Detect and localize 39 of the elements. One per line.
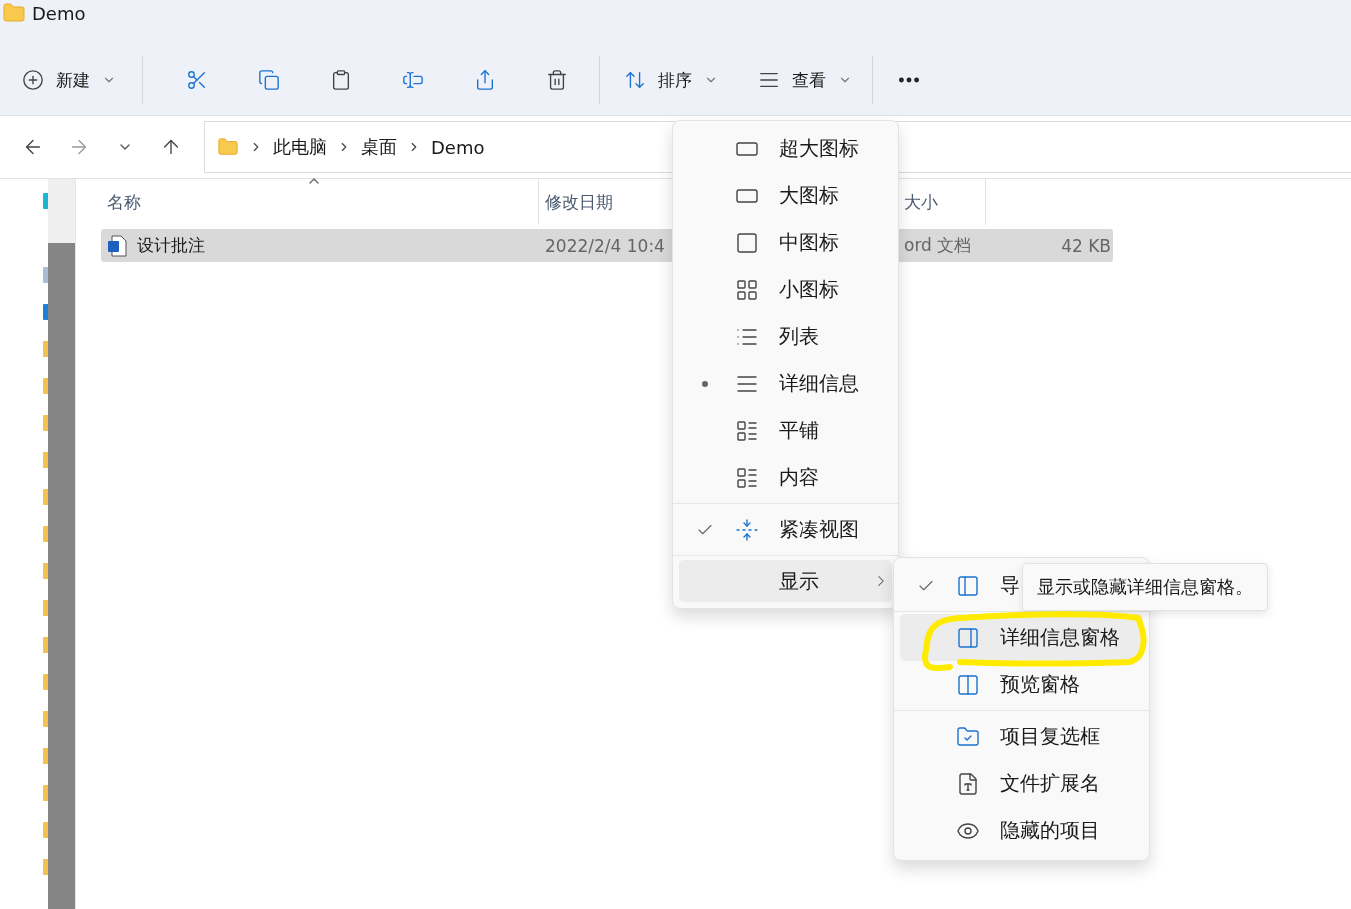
menu-item[interactable]: 详细信息	[679, 360, 892, 407]
new-button[interactable]: 新建	[14, 60, 124, 100]
tile-list-icon	[735, 418, 759, 443]
pane-icon	[956, 672, 980, 697]
breadcrumb-item[interactable]: Demo	[431, 136, 485, 158]
file-name: 设计批注	[137, 234, 205, 257]
menu-item[interactable]: 显示	[679, 560, 892, 602]
file-icon	[956, 771, 980, 796]
table-cell: ord 文档	[904, 234, 972, 257]
menu-item[interactable]: 文件扩展名	[900, 760, 1143, 807]
scrollbar[interactable]	[48, 179, 76, 909]
tile-list-icon	[735, 465, 759, 490]
folder-check-icon	[956, 724, 980, 749]
menu-item[interactable]: 内容	[679, 454, 892, 501]
pane-icon	[956, 573, 980, 598]
document-icon	[107, 234, 129, 257]
sort-arrows-icon	[624, 69, 646, 91]
window-title: Demo	[32, 2, 86, 24]
grid-icon	[735, 277, 759, 302]
tooltip: 显示或隐藏详细信息窗格。	[1022, 563, 1268, 611]
compact-icon	[735, 517, 759, 542]
menu-item[interactable]: 大图标	[679, 172, 892, 219]
menu-item[interactable]: 超大图标	[679, 125, 892, 172]
menu-item[interactable]: 列表	[679, 313, 892, 360]
menu-item[interactable]: 预览窗格	[900, 661, 1143, 708]
sort-button[interactable]: 排序	[616, 60, 726, 100]
breadcrumb-item[interactable]: 此电脑	[273, 135, 327, 159]
menu-item[interactable]: 隐藏的项目	[900, 807, 1143, 854]
menu-item[interactable]: 平铺	[679, 407, 892, 454]
view-button[interactable]: 查看	[750, 60, 860, 100]
table-cell: 2022/2/4 10:4	[545, 235, 665, 256]
menu-item[interactable]: 项目复选框	[900, 713, 1143, 760]
table-cell: 42 KB	[1061, 235, 1111, 256]
pane-icon	[956, 625, 980, 650]
plus-icon	[22, 69, 44, 91]
menu-item[interactable]: 小图标	[679, 266, 892, 313]
column-header[interactable]: 名称	[101, 179, 539, 225]
menu-item[interactable]: 紧凑视图	[679, 506, 892, 553]
breadcrumb-item[interactable]: 桌面	[361, 135, 397, 159]
